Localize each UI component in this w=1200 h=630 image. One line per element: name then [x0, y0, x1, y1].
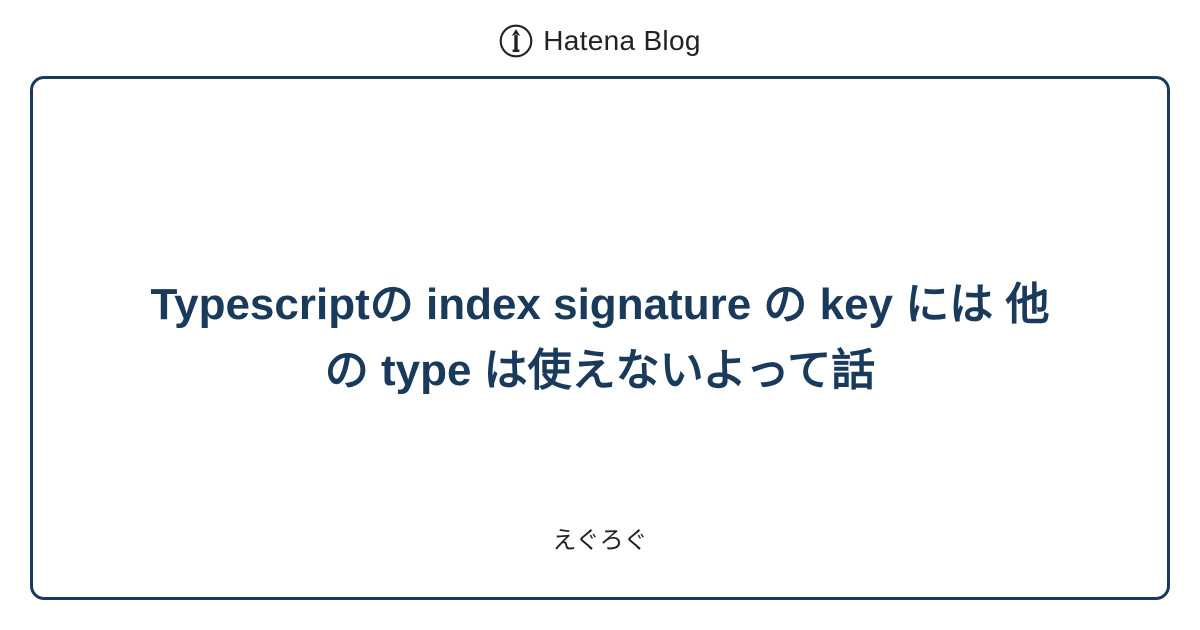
article-card: Typescriptの index signature の key には 他の … [30, 76, 1170, 600]
article-title: Typescriptの index signature の key には 他の … [140, 272, 1060, 404]
brand-name: Hatena Blog [543, 25, 700, 57]
brand-header: Hatena Blog [0, 0, 1200, 76]
hatena-logo-icon [499, 24, 533, 58]
blog-name: えぐろぐ [552, 520, 647, 555]
